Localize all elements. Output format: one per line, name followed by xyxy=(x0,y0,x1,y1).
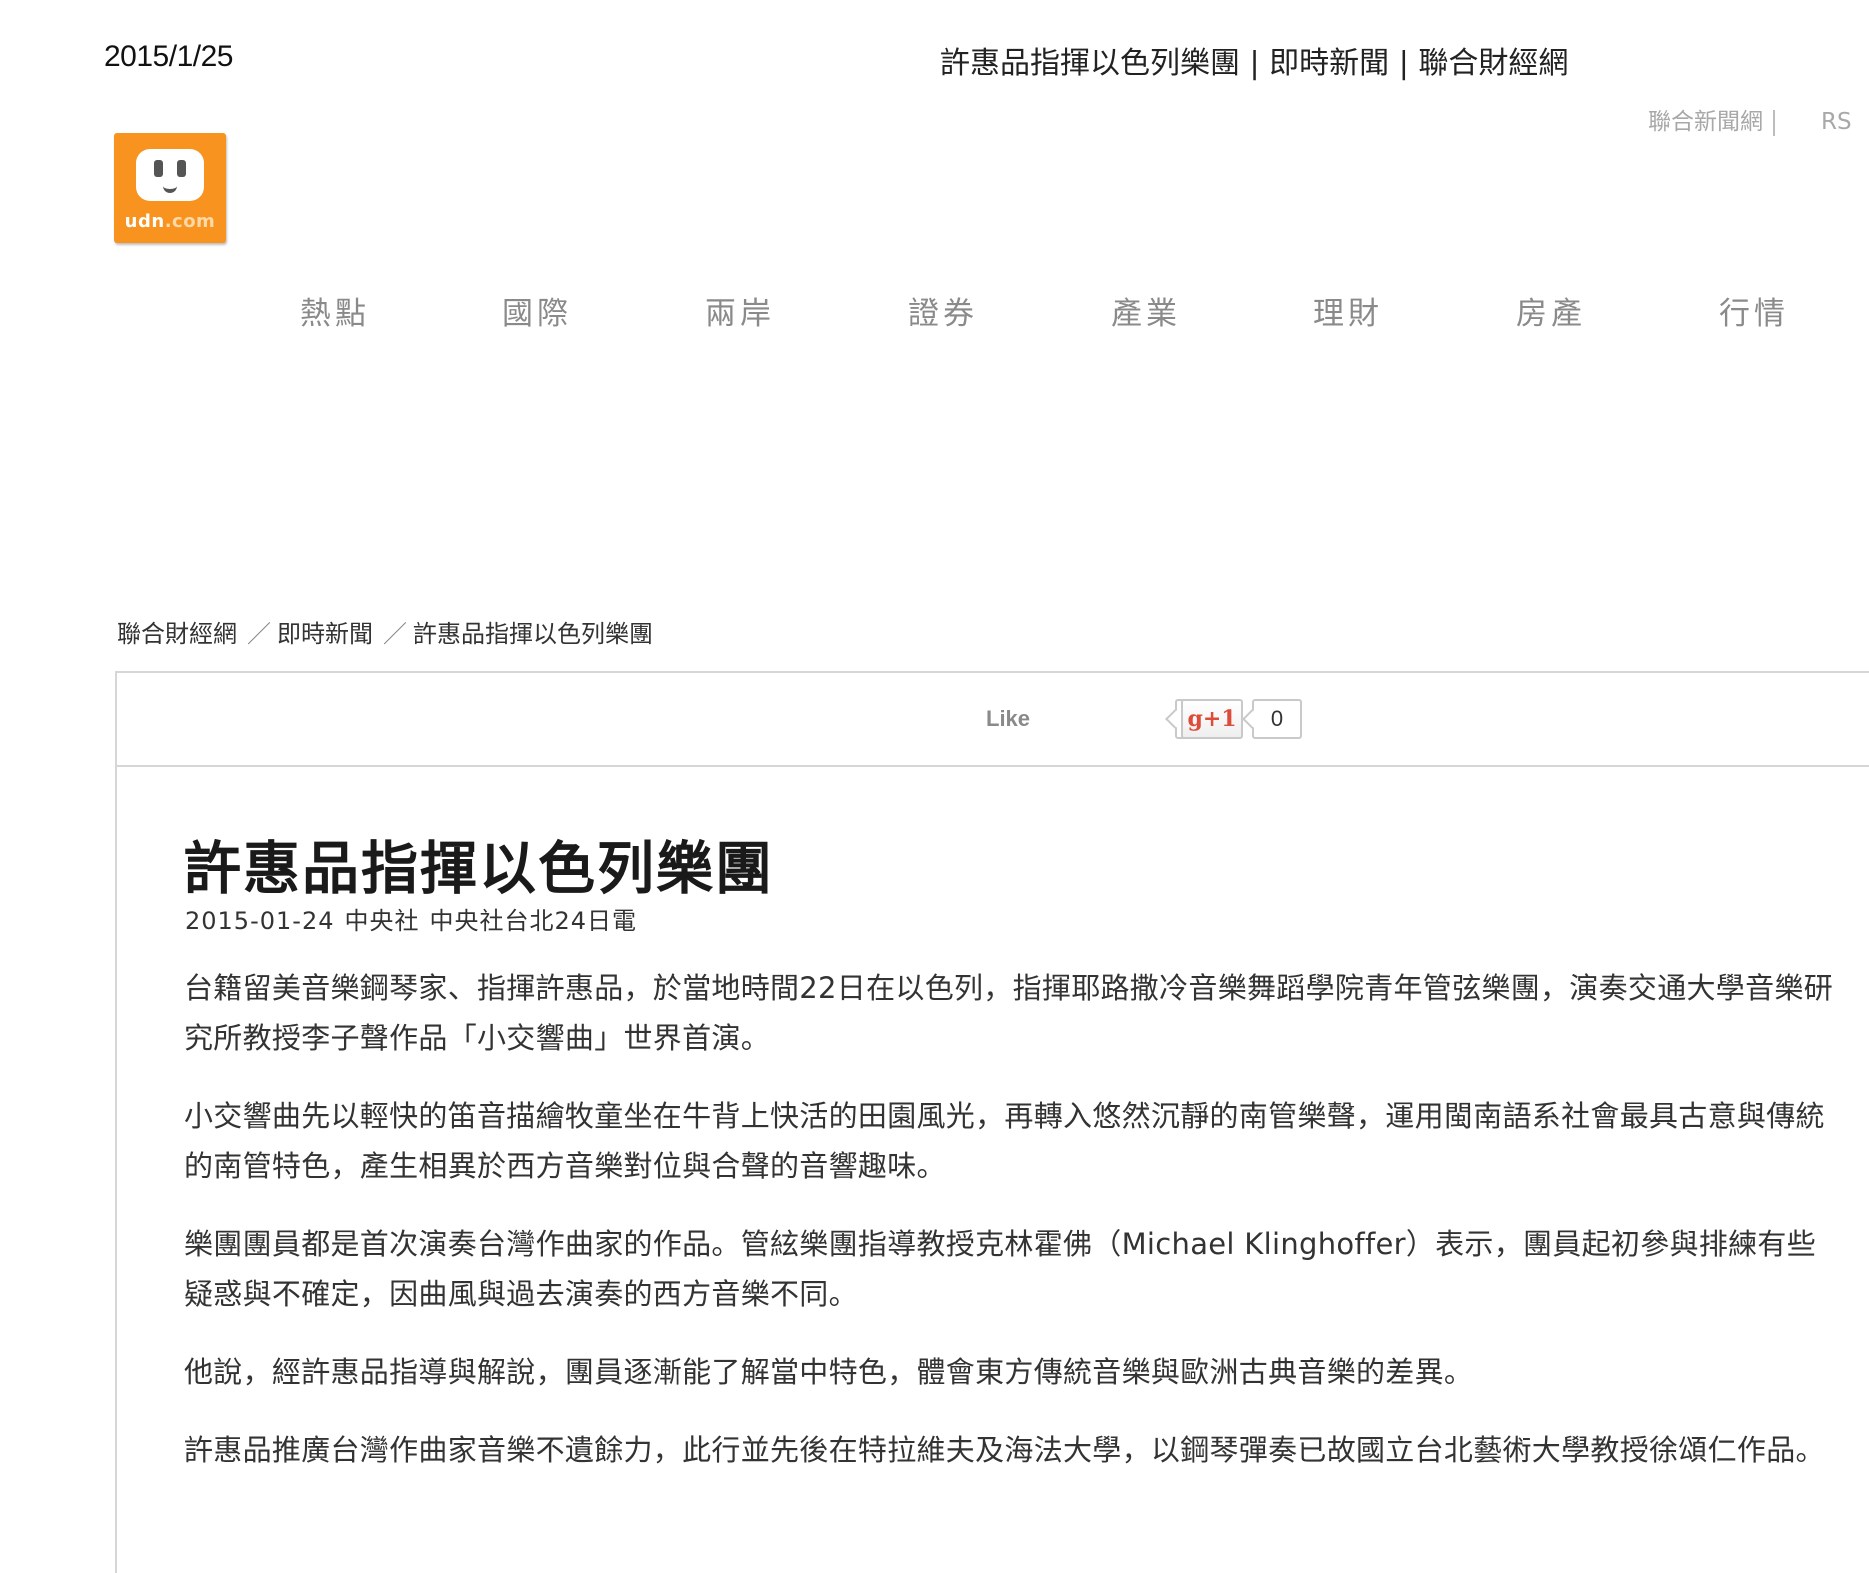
print-page-title: 許惠品指揮以色列樂團 | 即時新聞 | 聯合財經網 xyxy=(940,46,1569,81)
top-links: 聯合新聞網 RS xyxy=(1648,102,1852,136)
nav-item-hot[interactable]: 熱點 xyxy=(300,288,370,333)
article-paragraph: 他說，經許惠品指導與解說，團員逐漸能了解當中特色，體會東方傳統音樂與歐洲古典音樂… xyxy=(184,1355,1474,1389)
article-paragraph: 台籍留美音樂鋼琴家、指揮許惠品，於當地時間22日在以色列，指揮耶路撒冷音樂舞蹈學… xyxy=(184,971,1834,1055)
nav-item-market[interactable]: 行情 xyxy=(1719,288,1789,333)
article-source: 中央社 xyxy=(344,907,420,935)
nav-item-industry[interactable]: 產業 xyxy=(1111,288,1181,333)
main-nav: 熱點 國際 兩岸 證券 產業 理財 房產 行情 xyxy=(0,288,1869,332)
nav-item-international[interactable]: 國際 xyxy=(502,288,572,333)
facebook-like-button[interactable]: Like xyxy=(986,706,1030,732)
breadcrumb-separator: ／ xyxy=(247,620,271,648)
article-paragraph: 小交響曲先以輕快的笛音描繪牧童坐在牛背上快活的田園風光，再轉入悠然沉靜的南管樂聲… xyxy=(184,1099,1825,1183)
breadcrumb-item-current: 許惠品指揮以色列樂團 xyxy=(413,620,653,648)
logo-text: udn.com xyxy=(124,211,216,232)
article-container: Like 0 g+1 0 許惠品指揮以色列樂團 2015-01-24 中央社中央社… xyxy=(115,671,1869,1573)
article-paragraph: 許惠品推廣台灣作曲家音樂不遺餘力，此行並先後在特拉維夫及海法大學，以鋼琴彈奏已故… xyxy=(184,1433,1825,1467)
top-link-divider xyxy=(1773,109,1775,136)
udn-news-link[interactable]: 聯合新聞網 xyxy=(1648,109,1763,135)
breadcrumb-item-news[interactable]: 即時新聞 xyxy=(277,620,373,648)
article-body: 台籍留美音樂鋼琴家、指揮許惠品，於當地時間22日在以色列，指揮耶路撒冷音樂舞蹈學… xyxy=(184,963,1834,1503)
nav-item-cross-strait[interactable]: 兩岸 xyxy=(705,288,775,333)
rss-link[interactable]: RS xyxy=(1821,109,1852,135)
breadcrumb-separator: ／ xyxy=(383,620,407,648)
share-bar: Like 0 g+1 0 xyxy=(117,673,1869,767)
article-dateline: 中央社台北24日電 xyxy=(429,907,638,935)
gplus-count: 0 xyxy=(1252,699,1302,739)
print-date: 2015/1/25 xyxy=(104,40,233,73)
article-date: 2015-01-24 xyxy=(185,907,335,935)
nav-item-finance[interactable]: 理財 xyxy=(1313,288,1383,333)
article-paragraph: 樂團團員都是首次演奏台灣作曲家的作品。管絃樂團指導教授克林霍佛（Michael … xyxy=(184,1227,1817,1311)
udn-logo[interactable]: udn.com xyxy=(114,133,226,243)
plug-face-icon xyxy=(136,149,204,201)
breadcrumb-item-home[interactable]: 聯合財經網 xyxy=(117,620,237,648)
nav-item-securities[interactable]: 證券 xyxy=(908,288,978,333)
article-byline: 2015-01-24 中央社 中央社台北24日電 xyxy=(185,901,647,936)
nav-item-real-estate[interactable]: 房產 xyxy=(1516,288,1586,333)
breadcrumb: 聯合財經網／即時新聞／許惠品指揮以色列樂團 xyxy=(117,614,653,649)
article-title: 許惠品指揮以色列樂團 xyxy=(184,836,774,902)
google-plus-button[interactable]: g+1 xyxy=(1181,699,1243,739)
